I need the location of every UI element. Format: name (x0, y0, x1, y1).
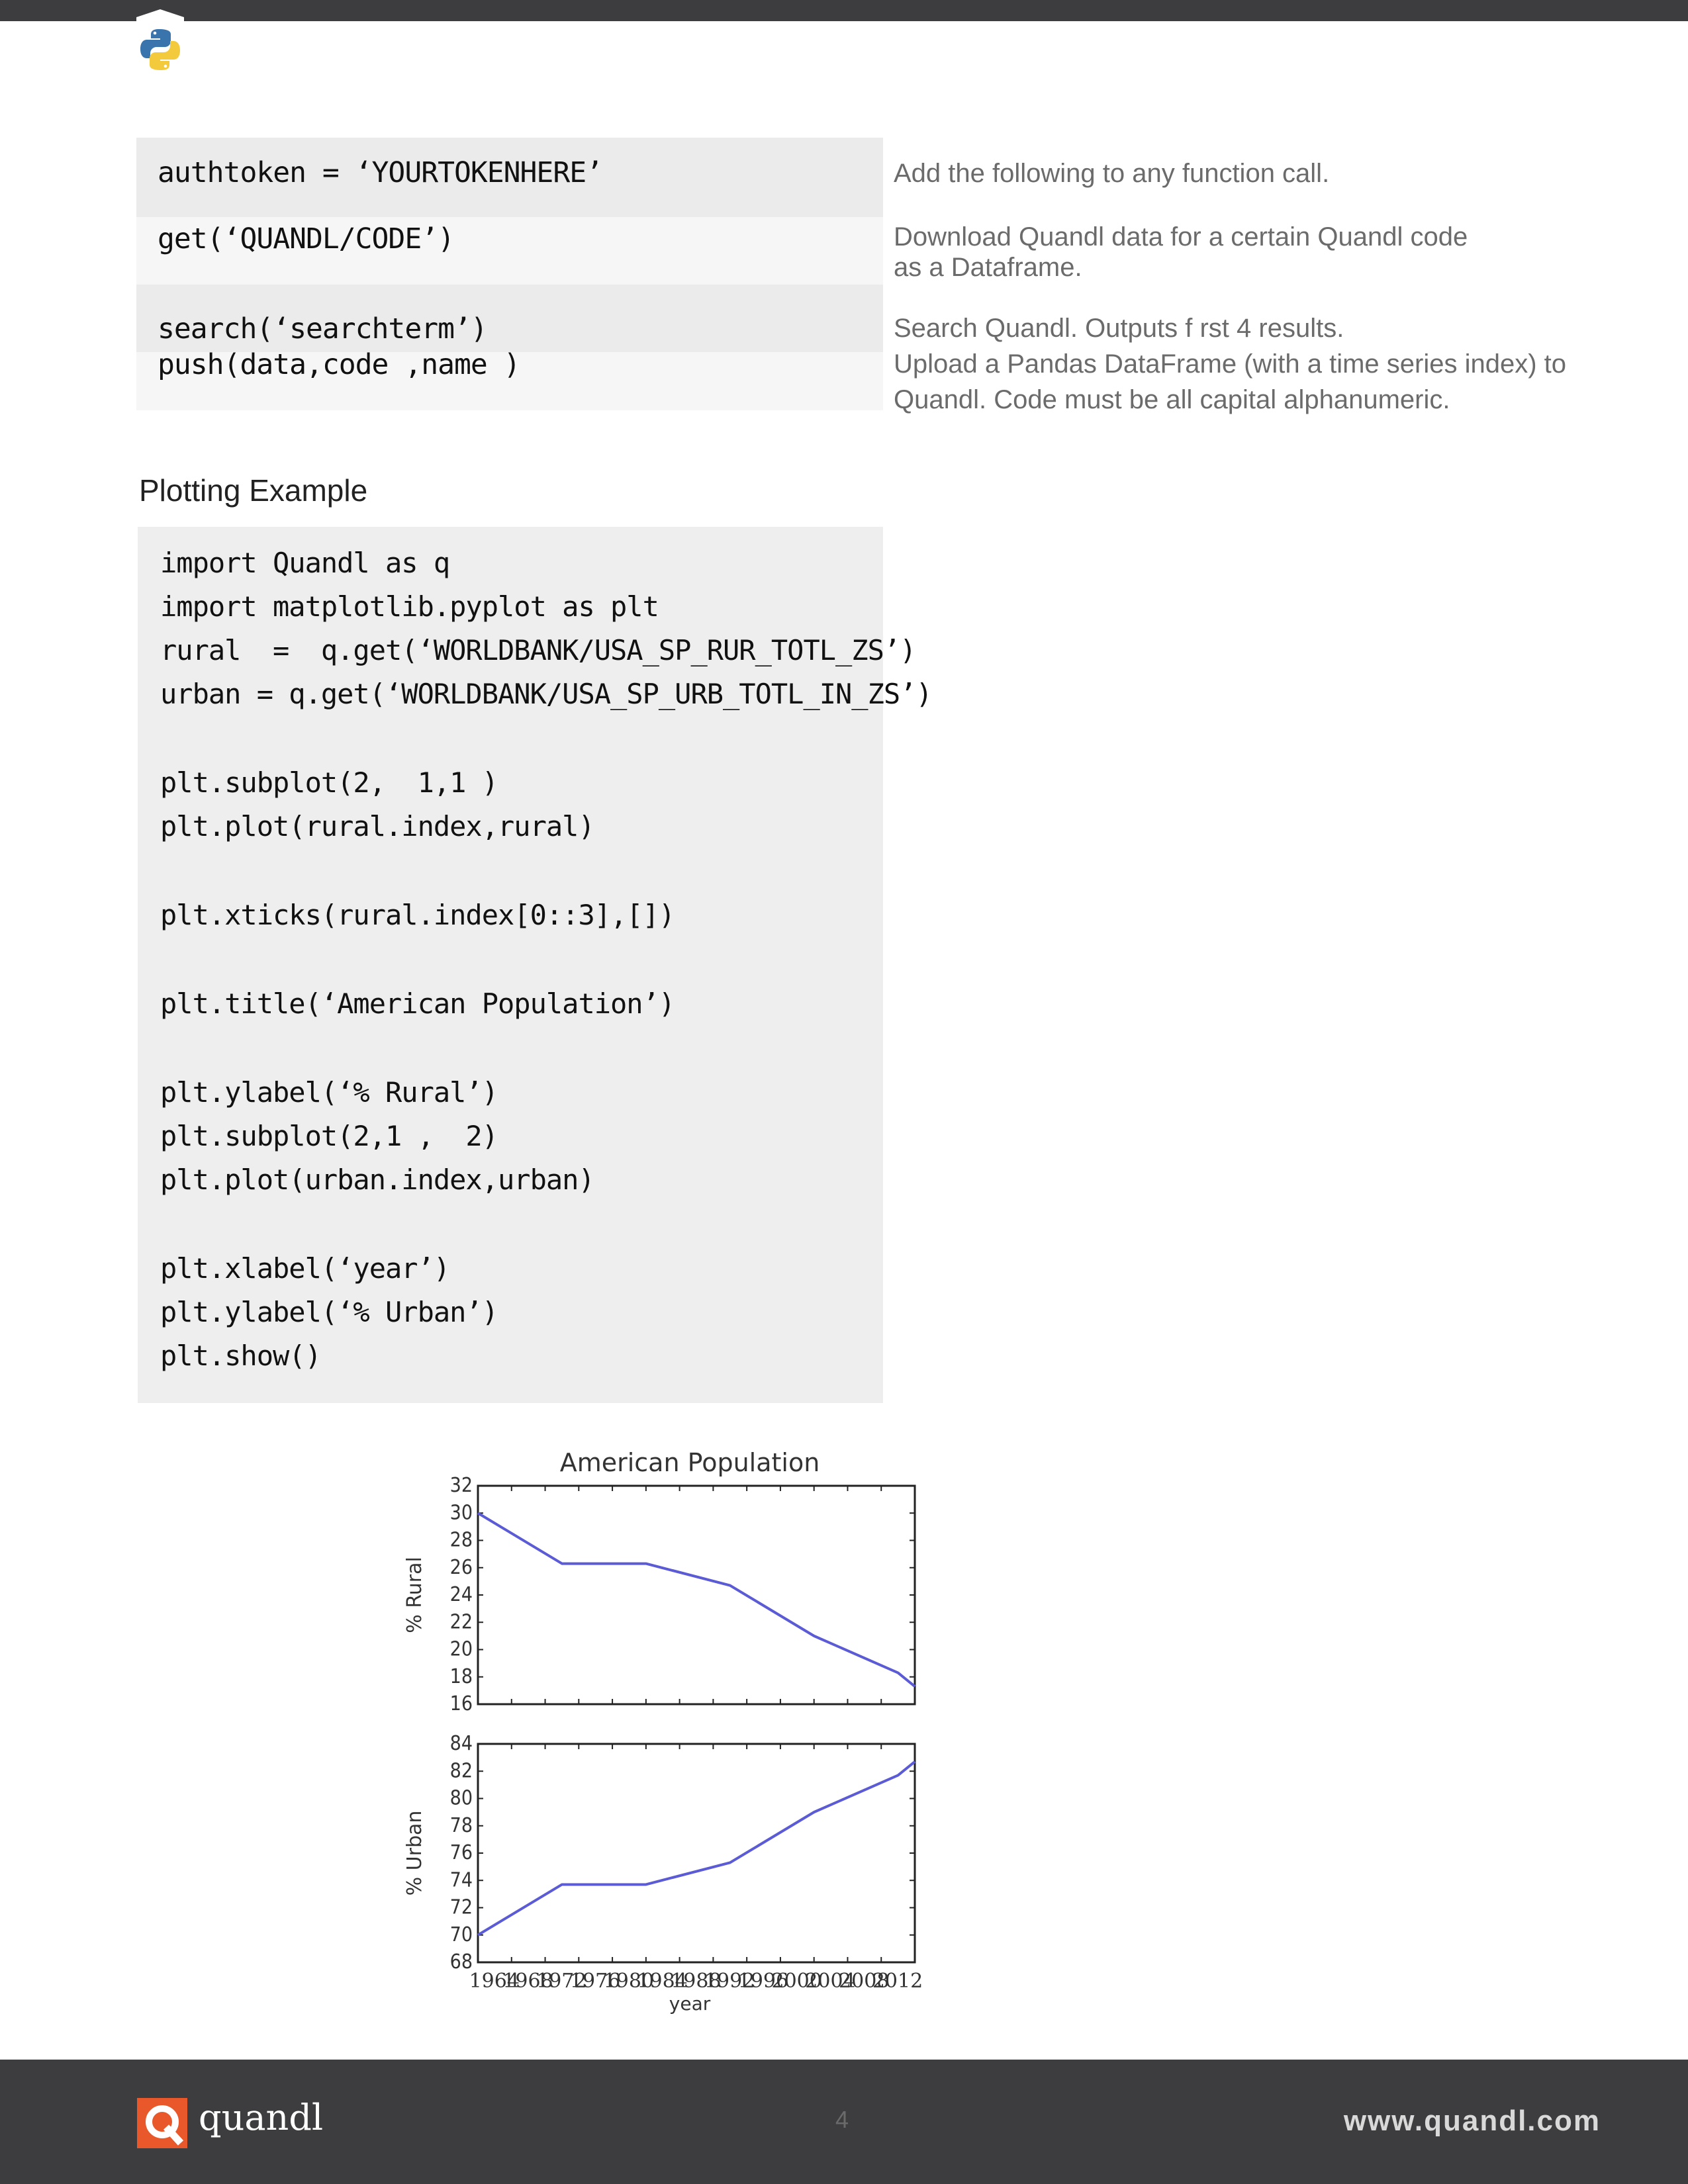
code-block: import Quandl as q import matplotlib.pyp… (138, 527, 933, 1403)
y-tick-label: 20 (450, 1638, 473, 1661)
table-row-description: Add the following to any function call. (894, 159, 1330, 188)
american-population-chart: 32 30 28 26 24 22 20 18 16 % Rural American Popula… (403, 1448, 923, 2015)
table-row-description: Download Quandl data for a certain Quand… (894, 222, 1468, 251)
code-line: import matplotlib.pyplot as plt (160, 590, 659, 623)
code-line: plt.subplot(2, 1,1 ) (160, 766, 498, 799)
page-number: 4 (835, 2106, 849, 2133)
table-row-code: push(data,code ,name ) (158, 348, 521, 381)
footer: quandl 4 www.quandl.com (0, 2060, 1688, 2184)
y-tick-label: 18 (450, 1665, 473, 1688)
code-line: import Quandl as q (160, 547, 450, 579)
y-tick-label: 22 (450, 1610, 473, 1633)
quandl-logo-icon (137, 2098, 187, 2148)
y-tick-label: 76 (450, 1841, 473, 1864)
y-tick-label: 82 (450, 1759, 473, 1782)
table-row-description: as a Dataframe. (894, 253, 1082, 282)
section-title: Plotting Example (139, 473, 368, 508)
table-row-code: get(‘QUANDL/CODE’) (158, 222, 455, 255)
y-tick-label: 16 (450, 1692, 473, 1715)
code-line: plt.ylabel(‘% Urban’) (160, 1296, 498, 1328)
table-row-code: authtoken = ‘YOURTOKENHERE’ (158, 156, 603, 189)
chart-title: American Population (560, 1448, 820, 1477)
y-tick-label: 80 (450, 1787, 473, 1810)
code-line: plt.ylabel(‘% Rural’) (160, 1076, 498, 1109)
y-tick-label: 78 (450, 1814, 473, 1837)
y-tick-label: 70 (450, 1923, 473, 1946)
website-link[interactable]: www.quandl.com (1344, 2105, 1601, 2138)
y-tick-label: 26 (450, 1556, 473, 1579)
code-line: plt.xticks(rural.index[0::3],[]) (160, 899, 675, 931)
code-line: rural = q.get(‘WORLDBANK/USA_SP_RUR_TOTL… (160, 634, 916, 666)
code-line: urban = q.get(‘WORLDBANK/USA_SP_URB_TOTL… (160, 678, 933, 710)
code-line: plt.show() (160, 1340, 322, 1372)
y-tick-label: 24 (450, 1583, 473, 1606)
code-line: plt.xlabel(‘year’) (160, 1252, 450, 1285)
top-bar (0, 0, 1688, 21)
plot-frame (477, 1484, 916, 1706)
y-tick-label: 84 (450, 1732, 473, 1755)
table-row-description: Quandl. Code must be all capital alphanu… (894, 385, 1450, 414)
y-tick-label: 28 (450, 1529, 473, 1552)
code-line: plt.plot(rural.index,rural) (160, 810, 595, 842)
x-axis-label: year (669, 1993, 711, 2015)
python-logo-icon (136, 9, 184, 83)
x-tick-label: 2012 (872, 1970, 923, 1993)
table-row-description: Search Quandl. Outputs f rst 4 results. (894, 314, 1344, 343)
y-tick-label: 32 (450, 1474, 473, 1497)
table-row-description: Upload a Pandas DataFrame (with a time s… (894, 349, 1567, 379)
y-tick-label: 72 (450, 1896, 473, 1919)
brand-name: quandl (199, 2097, 324, 2138)
y-axis-label: % Rural (403, 1557, 426, 1633)
code-line: plt.title(‘American Population’) (160, 987, 675, 1020)
y-tick-label: 30 (450, 1501, 473, 1524)
y-axis-label: % Urban (403, 1811, 426, 1896)
code-line: plt.plot(urban.index,urban) (160, 1163, 595, 1196)
table-row-code: search(‘searchterm’) (158, 312, 488, 345)
plot-frame (477, 1743, 916, 1964)
code-line: plt.subplot(2,1 , 2) (160, 1120, 498, 1152)
y-tick-label: 74 (450, 1868, 473, 1891)
